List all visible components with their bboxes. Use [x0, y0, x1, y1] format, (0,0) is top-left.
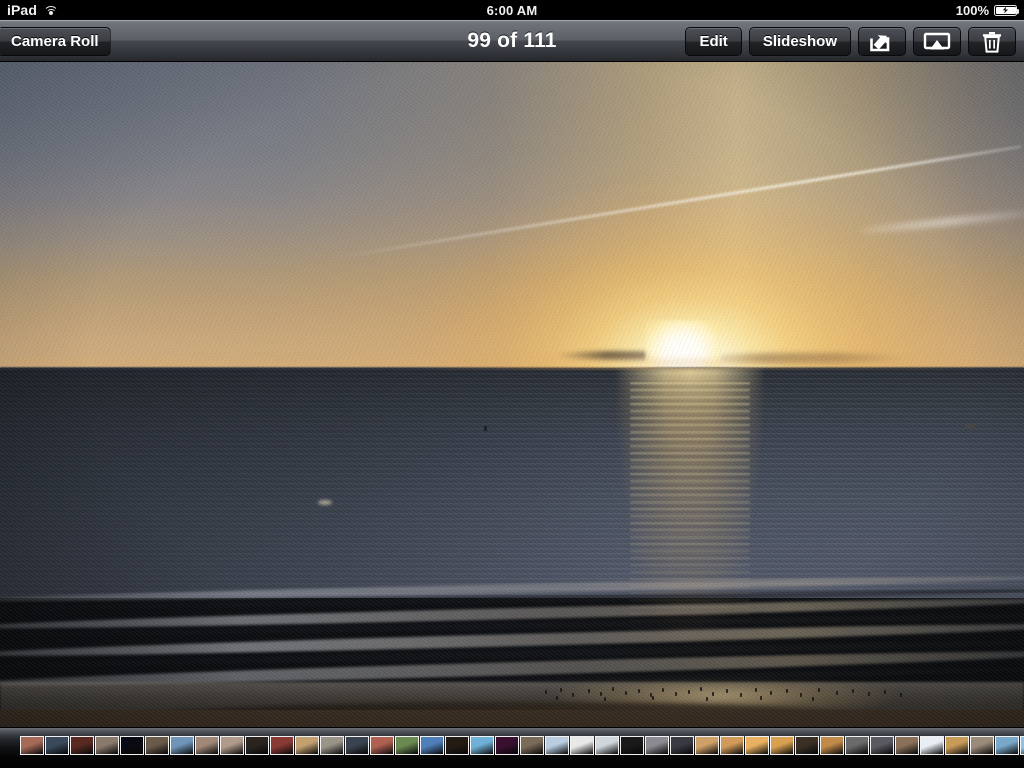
- thumbnail[interactable]: [995, 736, 1019, 755]
- clock-label: 6:00 AM: [486, 2, 538, 18]
- thumbnail[interactable]: [320, 736, 344, 755]
- status-bar: iPad 6:00 AM 100%: [0, 0, 1024, 20]
- airplay-icon: [923, 32, 951, 49]
- airplay-button[interactable]: [913, 27, 961, 56]
- thumbnail[interactable]: [370, 736, 394, 755]
- shorebird: [560, 688, 562, 692]
- thumbnail[interactable]: [170, 736, 194, 755]
- shorebird: [675, 692, 677, 696]
- thumbnail[interactable]: [445, 736, 469, 755]
- shorebird: [600, 692, 602, 696]
- slideshow-button-label: Slideshow: [762, 33, 837, 50]
- thumbnail[interactable]: [545, 736, 569, 755]
- thumbnail[interactable]: [270, 736, 294, 755]
- slideshow-button[interactable]: Slideshow: [748, 27, 851, 56]
- thumbnail[interactable]: [795, 736, 819, 755]
- thumbnail[interactable]: [495, 736, 519, 755]
- thumbnail[interactable]: [295, 736, 319, 755]
- thumbnail[interactable]: [520, 736, 544, 755]
- thumbnail[interactable]: [670, 736, 694, 755]
- thumbnail[interactable]: [120, 736, 144, 755]
- shorebird: [755, 688, 757, 692]
- thumbnail-list: [20, 733, 1024, 765]
- shorebirds: [0, 62, 1024, 727]
- thumbnail[interactable]: [395, 736, 419, 755]
- thumbnail[interactable]: [420, 736, 444, 755]
- thumbnail[interactable]: [945, 736, 969, 755]
- trash-icon: [983, 31, 1001, 53]
- thumbnail[interactable]: [770, 736, 794, 755]
- shorebird: [836, 691, 838, 695]
- back-button-label: Camera Roll: [11, 33, 99, 50]
- shorebird: [572, 693, 574, 697]
- shorebird: [812, 697, 814, 701]
- thumbnail[interactable]: [895, 736, 919, 755]
- shorebird: [652, 696, 654, 700]
- thumbnail-filmstrip[interactable]: [0, 727, 1024, 768]
- thumbnail[interactable]: [620, 736, 644, 755]
- delete-button[interactable]: [968, 27, 1016, 56]
- shorebird: [770, 691, 772, 695]
- photo-viewer[interactable]: [0, 62, 1024, 727]
- photos-app-screen: iPad 6:00 AM 100% Camera Roll 99 of 111 …: [0, 0, 1024, 768]
- thumbnail[interactable]: [970, 736, 994, 755]
- shorebird: [588, 689, 590, 693]
- shorebird: [662, 688, 664, 692]
- shorebird: [740, 693, 742, 697]
- shorebird: [706, 697, 708, 701]
- thumbnail[interactable]: [220, 736, 244, 755]
- share-icon: [870, 34, 890, 51]
- status-bar-right: 100%: [955, 0, 1020, 20]
- thumbnail[interactable]: [820, 736, 844, 755]
- thumbnail[interactable]: [570, 736, 594, 755]
- shorebird: [625, 691, 627, 695]
- thumbnail[interactable]: [145, 736, 169, 755]
- thumbnail[interactable]: [95, 736, 119, 755]
- thumbnail[interactable]: [470, 736, 494, 755]
- shorebird: [700, 687, 702, 691]
- thumbnail[interactable]: [20, 736, 44, 755]
- thumbnail[interactable]: [845, 736, 869, 755]
- status-bar-center: 6:00 AM: [0, 0, 1024, 20]
- shorebird: [556, 696, 558, 700]
- share-button[interactable]: [858, 27, 906, 56]
- thumbnail[interactable]: [595, 736, 619, 755]
- thumbnail[interactable]: [195, 736, 219, 755]
- thumbnail[interactable]: [745, 736, 769, 755]
- thumbnail[interactable]: [45, 736, 69, 755]
- thumbnail[interactable]: [1020, 736, 1024, 755]
- shorebird: [612, 687, 614, 691]
- shorebird: [545, 690, 547, 694]
- shorebird: [800, 693, 802, 697]
- edit-button-label: Edit: [699, 33, 728, 50]
- shorebird: [726, 689, 728, 693]
- thumbnail[interactable]: [245, 736, 269, 755]
- shorebird: [900, 693, 902, 697]
- shorebird: [688, 690, 690, 694]
- thumbnail[interactable]: [920, 736, 944, 755]
- shorebird: [818, 688, 820, 692]
- shorebird: [760, 696, 762, 700]
- shorebird: [604, 697, 606, 701]
- thumbnail[interactable]: [695, 736, 719, 755]
- shorebird: [852, 689, 854, 693]
- battery-icon: [994, 4, 1020, 16]
- thumbnail[interactable]: [870, 736, 894, 755]
- shorebird: [884, 690, 886, 694]
- shorebird: [638, 689, 640, 693]
- thumbnail[interactable]: [720, 736, 744, 755]
- thumbnail[interactable]: [70, 736, 94, 755]
- back-button-camera-roll[interactable]: Camera Roll: [0, 27, 111, 56]
- shorebird: [712, 692, 714, 696]
- thumbnail[interactable]: [645, 736, 669, 755]
- toolbar-actions: Edit Slideshow: [685, 27, 1016, 56]
- shorebird: [786, 689, 788, 693]
- thumbnail[interactable]: [345, 736, 369, 755]
- navigation-toolbar: Camera Roll 99 of 111 Edit Slideshow: [0, 20, 1024, 62]
- battery-percent-label: 100%: [955, 2, 989, 18]
- edit-button[interactable]: Edit: [685, 27, 742, 56]
- shorebird: [868, 692, 870, 696]
